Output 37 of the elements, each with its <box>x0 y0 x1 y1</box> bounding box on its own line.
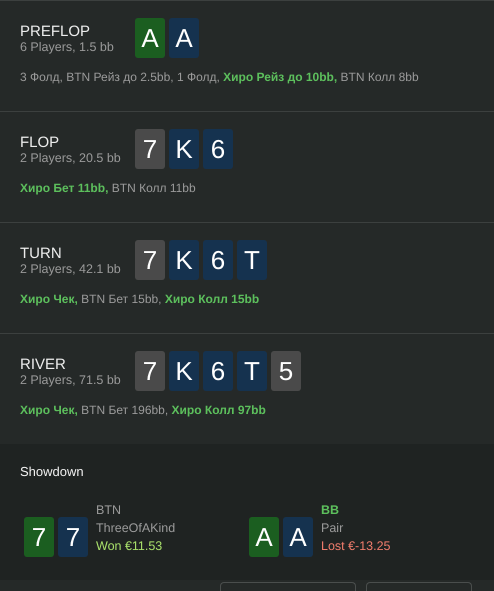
playing-card: A <box>249 517 279 557</box>
street-title: FLOP <box>20 134 60 151</box>
playing-card: A <box>283 517 313 557</box>
playing-card: 7 <box>135 351 165 391</box>
street-title: RIVER <box>20 356 67 373</box>
playing-card: 7 <box>58 517 88 557</box>
playing-card: A <box>169 18 199 58</box>
playing-card: K <box>169 240 199 280</box>
action-line: Хиро Бет 11bb, BTN Колл 11bb <box>20 181 197 195</box>
street-info: 6 Players, 1.5 bb <box>20 40 115 54</box>
playing-card: 6 <box>203 240 233 280</box>
playing-card: T <box>237 240 267 280</box>
playing-card: T <box>237 351 267 391</box>
action-line: Хиро Чек, BTN Бет 15bb, Хиро Колл 15bb <box>20 292 260 306</box>
action-line: Хиро Чек, BTN Бет 196bb, Хиро Колл 97bb <box>20 403 267 417</box>
showdown-title: Showdown <box>20 464 85 479</box>
player-name: BTN <box>96 503 122 517</box>
street-info: 2 Players, 71.5 bb <box>20 373 122 387</box>
playing-card: 6 <box>203 351 233 391</box>
playing-card: 7 <box>135 240 165 280</box>
playing-card: K <box>169 351 199 391</box>
hand-rank: ThreeOfAKind <box>96 521 176 535</box>
playing-card: K <box>169 129 199 169</box>
playing-card: 7 <box>135 129 165 169</box>
street-info: 2 Players, 20.5 bb <box>20 151 122 165</box>
player-name: BB <box>321 503 340 517</box>
hand-rank: Pair <box>321 521 344 535</box>
street-title: TURN <box>20 245 63 262</box>
action-line: 3 Фолд, BTN Рейз до 2.5bb, 1 Фолд, Хиро Рейз до 10bb, BTN Колл 8bb <box>20 70 420 84</box>
result-amount: Won €11.53 <box>96 539 164 553</box>
playing-card: 6 <box>203 129 233 169</box>
result-amount: Lost €-13.25 <box>321 539 390 553</box>
playing-card: 7 <box>24 517 54 557</box>
playing-card: 5 <box>271 351 301 391</box>
street-info: 2 Players, 42.1 bb <box>20 262 122 276</box>
street-title: PREFLOP <box>20 23 92 40</box>
playing-card: A <box>135 18 165 58</box>
